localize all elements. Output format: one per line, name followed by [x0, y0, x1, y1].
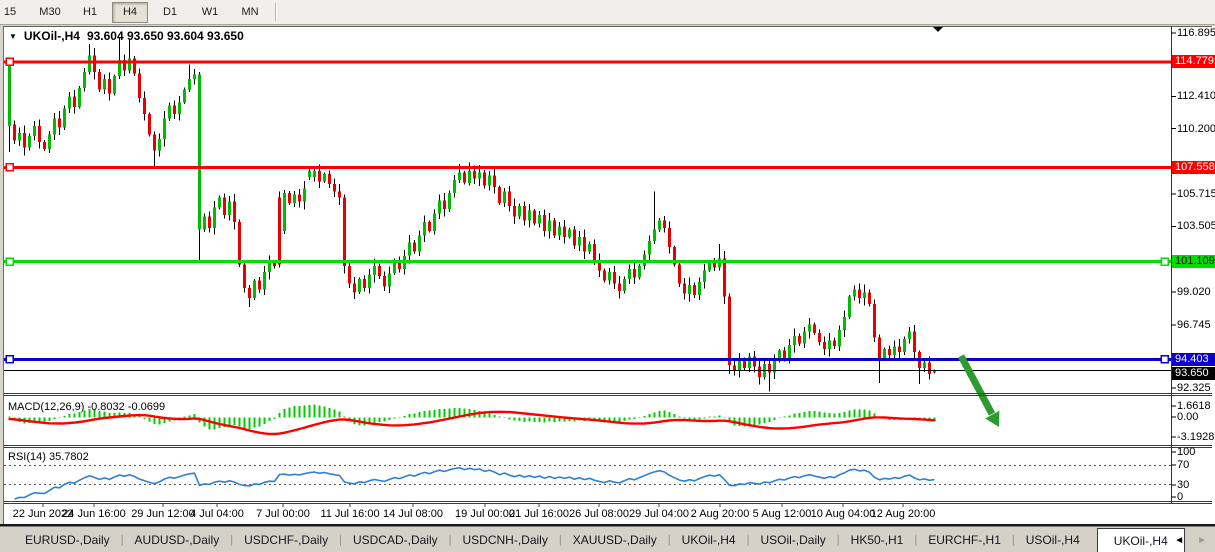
price-axis-label: 96.745	[1177, 319, 1211, 331]
symbol-tab-audusd-daily[interactable]: AUDUSD-,Daily	[124, 528, 231, 552]
trading-terminal-window: 15M30H1H4D1W1MN ▼ UKOil-,H4 93.604 93.65…	[0, 0, 1215, 552]
symbol-tab-ukoil-h4[interactable]: UKOil-,H4	[671, 528, 747, 552]
timeframe-button-mn[interactable]: MN	[232, 2, 268, 23]
date-axis-label: 26 Jul 08:00	[569, 508, 629, 520]
timeframe-button-15[interactable]: 15	[0, 2, 28, 23]
chart-title: ▼ UKOil-,H4 93.604 93.650 93.604 93.650	[9, 29, 244, 43]
date-axis-label: 2 Aug 20:00	[691, 508, 750, 520]
symbol-tab-ukoil-h4-active[interactable]: UKOil-,H4	[1097, 528, 1185, 552]
price-tag-114.779: 114.779	[1172, 55, 1215, 68]
rsi-axis-label: 30	[1177, 479, 1189, 491]
tab-scroll-right-icon[interactable]: ►	[1197, 535, 1207, 546]
date-axis-label: 14 Jul 08:00	[383, 508, 443, 520]
price-tag-101.109: 101.109	[1172, 255, 1215, 268]
date-axis-label: 11 Jul 16:00	[320, 508, 379, 520]
symbol-tab-hk50-h1[interactable]: HK50-,H1	[840, 528, 915, 552]
tabbar-scroll-arrows: ◄ ►	[1174, 528, 1207, 552]
price-tag-93.650: 93.650	[1172, 367, 1215, 380]
tab-scroll-left-icon[interactable]: ◄	[1174, 535, 1184, 546]
date-axis-label: 29 Jul 04:00	[629, 508, 689, 520]
price-axis-label: 110.200	[1177, 123, 1215, 135]
price-axis-label: 112.410	[1177, 90, 1215, 102]
macd-indicator-label: MACD(12,26,9) -0.8032 -0.0699	[8, 401, 165, 413]
symbol-tabbar: EURUSD-,Daily|AUDUSD-,Daily|USDCHF-,Dail…	[0, 528, 1215, 552]
timeframe-button-d1[interactable]: D1	[152, 2, 188, 23]
symbol-tab-usdcad-daily[interactable]: USDCAD-,Daily	[342, 528, 449, 552]
rsi-indicator-label: RSI(14) 35.7802	[8, 451, 89, 463]
chart-canvas[interactable]	[0, 0, 1215, 552]
rsi-axis-label: 100	[1177, 446, 1195, 458]
date-axis-label: 10 Aug 04:00	[811, 508, 876, 520]
symbol-tab-xauusd-daily[interactable]: XAUUSD-,Daily	[562, 528, 668, 552]
price-axis-label: 103.505	[1177, 220, 1215, 232]
chart-symbol-label: UKOil-,H4	[24, 29, 80, 43]
toolbar-separator	[275, 3, 276, 21]
rsi-axis-label: 70	[1177, 459, 1189, 471]
date-axis-label: 24 Jun 16:00	[62, 508, 126, 520]
symbol-tab-eurchf-h1[interactable]: EURCHF-,H1	[917, 528, 1012, 552]
symbol-tab-usdcnh-daily[interactable]: USDCNH-,Daily	[452, 528, 559, 552]
symbol-tab-usoil-h4[interactable]: USOil-,H4	[1015, 528, 1091, 552]
date-axis-label: 19 Jul 00:00	[455, 508, 515, 520]
timeframe-toolbar: 15M30H1H4D1W1MN	[0, 0, 1215, 25]
symbol-tab-eurusd-daily[interactable]: EURUSD-,Daily	[14, 528, 121, 552]
timeframe-button-h4[interactable]: H4	[112, 2, 148, 23]
price-axis-label: 116.895	[1177, 27, 1215, 39]
price-tag-94.403: 94.403	[1172, 353, 1215, 366]
date-axis-label: 12 Aug 20:00	[871, 508, 936, 520]
date-axis-label: 21 Jul 16:00	[509, 508, 569, 520]
date-axis-label: 7 Jul 00:00	[256, 508, 310, 520]
price-axis-label: 92.325	[1177, 382, 1211, 394]
chart-dropdown-icon[interactable]: ▼	[9, 32, 17, 41]
macd-axis-label: -3.1928	[1177, 431, 1214, 443]
price-axis-label: 99.020	[1177, 286, 1211, 298]
symbol-tab-usoil-daily[interactable]: USOil-,Daily	[749, 528, 836, 552]
rsi-axis-label: 0	[1177, 491, 1183, 503]
price-tag-107.558: 107.558	[1172, 161, 1215, 174]
date-axis-label: 4 Jul 04:00	[190, 508, 244, 520]
timeframe-button-h1[interactable]: H1	[72, 2, 108, 23]
chart-ohlc-values: 93.604 93.650 93.604 93.650	[87, 29, 244, 43]
macd-axis-label: 0.00	[1177, 411, 1198, 423]
date-axis-label: 5 Aug 12:00	[753, 508, 812, 520]
price-axis-label: 105.715	[1177, 188, 1215, 200]
symbol-tab-usdchf-daily[interactable]: USDCHF-,Daily	[233, 528, 339, 552]
timeframe-button-m30[interactable]: M30	[32, 2, 68, 23]
timeframe-button-w1[interactable]: W1	[192, 2, 228, 23]
date-axis-label: 29 Jun 12:00	[131, 508, 195, 520]
